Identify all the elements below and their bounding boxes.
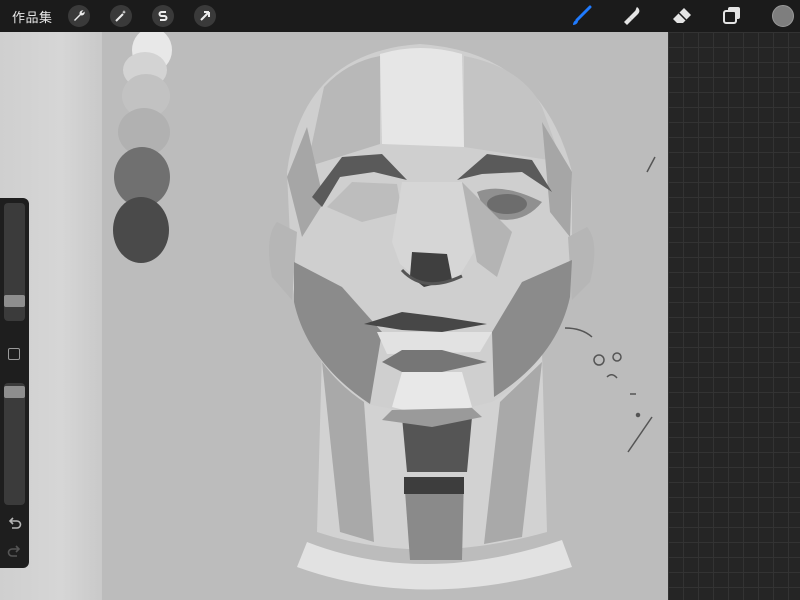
smudge-finger-icon[interactable] xyxy=(620,5,644,27)
selection-s-icon[interactable] xyxy=(152,5,174,27)
layers-icon[interactable] xyxy=(720,5,744,27)
gallery-button[interactable]: 作品集 xyxy=(12,7,53,26)
brush-size-thumb[interactable] xyxy=(4,295,25,307)
redo-arrow-icon[interactable] xyxy=(6,544,23,561)
color-picker-button[interactable] xyxy=(772,5,794,27)
eraser-icon[interactable] xyxy=(670,5,694,27)
brush-icon[interactable] xyxy=(570,5,594,27)
opacity-slider[interactable] xyxy=(4,383,25,505)
adjustments-magic-wand-icon[interactable] xyxy=(110,5,132,27)
value-swatches xyxy=(113,32,172,263)
brush-size-slider[interactable] xyxy=(4,203,25,321)
top-toolbar: 作品集 xyxy=(0,0,800,32)
sketch-notes xyxy=(564,156,656,453)
reference-grid-area xyxy=(668,32,800,600)
undo-arrow-icon[interactable] xyxy=(6,516,23,533)
transform-arrow-cursor-icon[interactable] xyxy=(194,5,216,27)
brush-sidebar xyxy=(0,198,29,568)
modify-button[interactable] xyxy=(8,348,20,360)
drawing-canvas[interactable] xyxy=(102,32,668,600)
actions-wrench-icon[interactable] xyxy=(68,5,90,27)
opacity-thumb[interactable] xyxy=(4,386,25,398)
head-sketch xyxy=(268,44,595,427)
